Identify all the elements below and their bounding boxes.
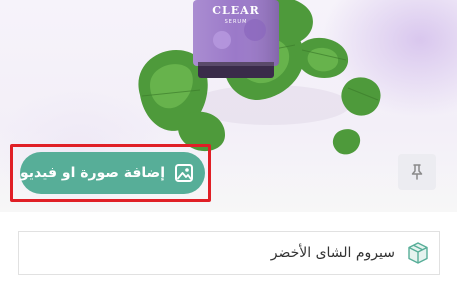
product-name: سيروم الشاى الأخضر — [270, 245, 395, 261]
bottle-brand-text: CLEAR — [212, 4, 260, 17]
pin-button[interactable] — [398, 154, 436, 190]
image-icon — [173, 162, 195, 184]
add-media-button[interactable]: إضافة صورة او فيديو — [20, 152, 205, 194]
add-media-label: إضافة صورة او فيديو — [20, 165, 165, 181]
box-icon — [405, 240, 431, 266]
pin-icon — [408, 163, 426, 181]
product-name-field[interactable]: سيروم الشاى الأخضر — [18, 231, 440, 275]
bottle-label: CLEAR SERUM — [193, 4, 279, 25]
bottle-type-text: SERUM — [224, 19, 248, 25]
